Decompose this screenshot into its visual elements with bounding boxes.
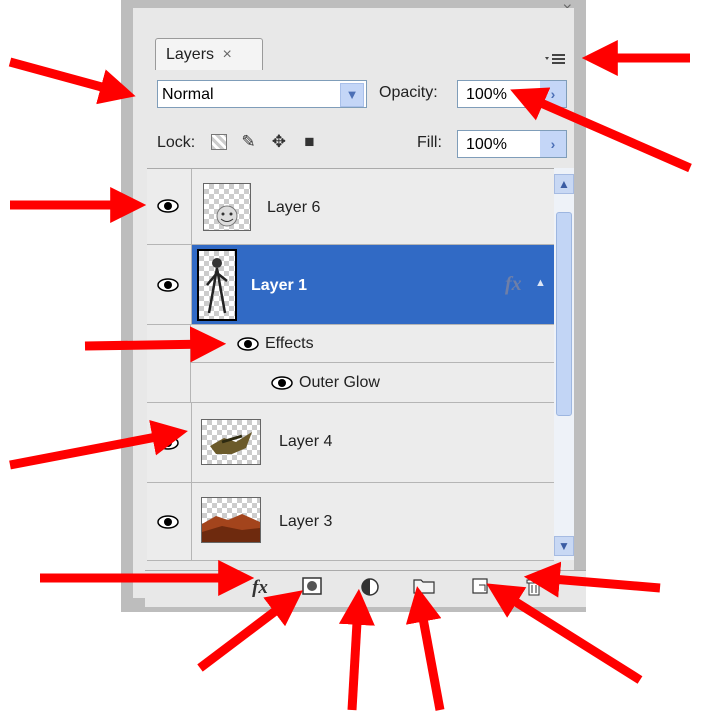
- new-layer-icon[interactable]: [469, 577, 491, 599]
- fx-icon[interactable]: fx: [249, 577, 271, 599]
- layers-scrollbar[interactable]: ▲ ▼: [554, 168, 574, 560]
- tab-close-icon[interactable]: ×: [222, 46, 231, 63]
- fill-value: 100%: [466, 136, 507, 153]
- lock-row: Lock: ✎ ✥ ■ Fill: 100% ›: [157, 126, 581, 162]
- lock-position-icon[interactable]: ✥: [270, 133, 288, 151]
- arrow-adjustment: [338, 588, 375, 711]
- folder-icon[interactable]: [413, 577, 435, 599]
- layer-thumbnail: [201, 419, 261, 465]
- fill-field[interactable]: 100% ›: [457, 130, 567, 158]
- adjustment-icon[interactable]: [359, 577, 381, 599]
- eye-icon[interactable]: [271, 376, 293, 390]
- tab-layers[interactable]: Layers ×: [155, 38, 263, 70]
- bottom-bar: fx: [145, 570, 586, 607]
- scroll-down-icon[interactable]: ▼: [554, 536, 574, 556]
- visibility-cell[interactable]: [147, 483, 192, 560]
- layer-name: Layer 3: [279, 513, 333, 530]
- arrow-folder: [405, 586, 445, 711]
- layer-row-1[interactable]: Layer 1 fx ▲: [147, 245, 554, 325]
- effects-label: Effects: [265, 335, 314, 352]
- lock-all-icon[interactable]: ■: [300, 133, 318, 151]
- layer-row-6[interactable]: Layer 6: [147, 169, 554, 245]
- mask-icon[interactable]: [301, 577, 323, 599]
- opacity-field[interactable]: 100% ›: [457, 80, 567, 108]
- expand-arrow-icon[interactable]: ▲: [535, 277, 546, 289]
- eye-icon[interactable]: [157, 515, 179, 529]
- layer-thumbnail: [201, 497, 261, 543]
- scroll-up-icon[interactable]: ▲: [554, 174, 574, 194]
- effects-row[interactable]: Effects: [191, 325, 554, 363]
- opacity-value: 100%: [466, 86, 507, 103]
- effects-indent: [147, 325, 191, 403]
- panel-menu-icon[interactable]: [544, 52, 566, 69]
- outer-glow-label: Outer Glow: [299, 374, 380, 391]
- outer-glow-row[interactable]: Outer Glow: [191, 363, 554, 403]
- opacity-arrow-icon[interactable]: ›: [540, 81, 566, 107]
- blend-mode-select[interactable]: Normal ▼: [157, 80, 367, 108]
- trash-icon[interactable]: [523, 577, 545, 599]
- layers-list: Layer 6 Layer 1 fx ▲ Effects Outer Glow …: [147, 168, 554, 561]
- lock-image-icon[interactable]: ✎: [239, 133, 257, 151]
- arrow-blend-mode: [8, 57, 136, 105]
- eye-icon[interactable]: [157, 199, 179, 213]
- chevron-down-icon[interactable]: ▼: [340, 83, 364, 107]
- layer-name: Layer 4: [279, 433, 333, 450]
- layer-row-3[interactable]: Layer 3: [147, 483, 554, 561]
- layers-panel-frame: – × Layers × Normal ▼ Opacity: 100% ›: [121, 0, 586, 612]
- layers-panel: Layers × Normal ▼ Opacity: 100% › Lock:: [133, 8, 586, 607]
- tab-label: Layers: [166, 46, 215, 63]
- lock-icons: ✎ ✥ ■: [211, 133, 326, 151]
- layer-name: Layer 1: [251, 277, 308, 294]
- lock-transparent-icon[interactable]: [211, 134, 227, 150]
- opacity-label: Opacity:: [379, 84, 438, 101]
- blend-mode-value: Normal: [162, 86, 214, 103]
- layer-name: Layer 6: [267, 199, 321, 216]
- fill-label: Fill:: [417, 134, 442, 151]
- layer-thumbnail: [203, 183, 251, 231]
- lock-label: Lock:: [157, 134, 196, 151]
- visibility-cell[interactable]: [147, 245, 192, 324]
- eye-icon[interactable]: [237, 337, 259, 351]
- visibility-cell[interactable]: [147, 403, 192, 482]
- layer-row-4[interactable]: Layer 4: [147, 403, 554, 483]
- eye-icon[interactable]: [157, 278, 179, 292]
- eye-icon[interactable]: [157, 436, 179, 450]
- visibility-cell[interactable]: [147, 169, 192, 244]
- scroll-thumb[interactable]: [556, 212, 572, 416]
- fill-arrow-icon[interactable]: ›: [540, 131, 566, 157]
- fx-icon[interactable]: fx: [505, 273, 522, 296]
- blend-row: Normal ▼ Opacity: 100% ›: [157, 76, 581, 114]
- layer-thumbnail: [197, 249, 237, 321]
